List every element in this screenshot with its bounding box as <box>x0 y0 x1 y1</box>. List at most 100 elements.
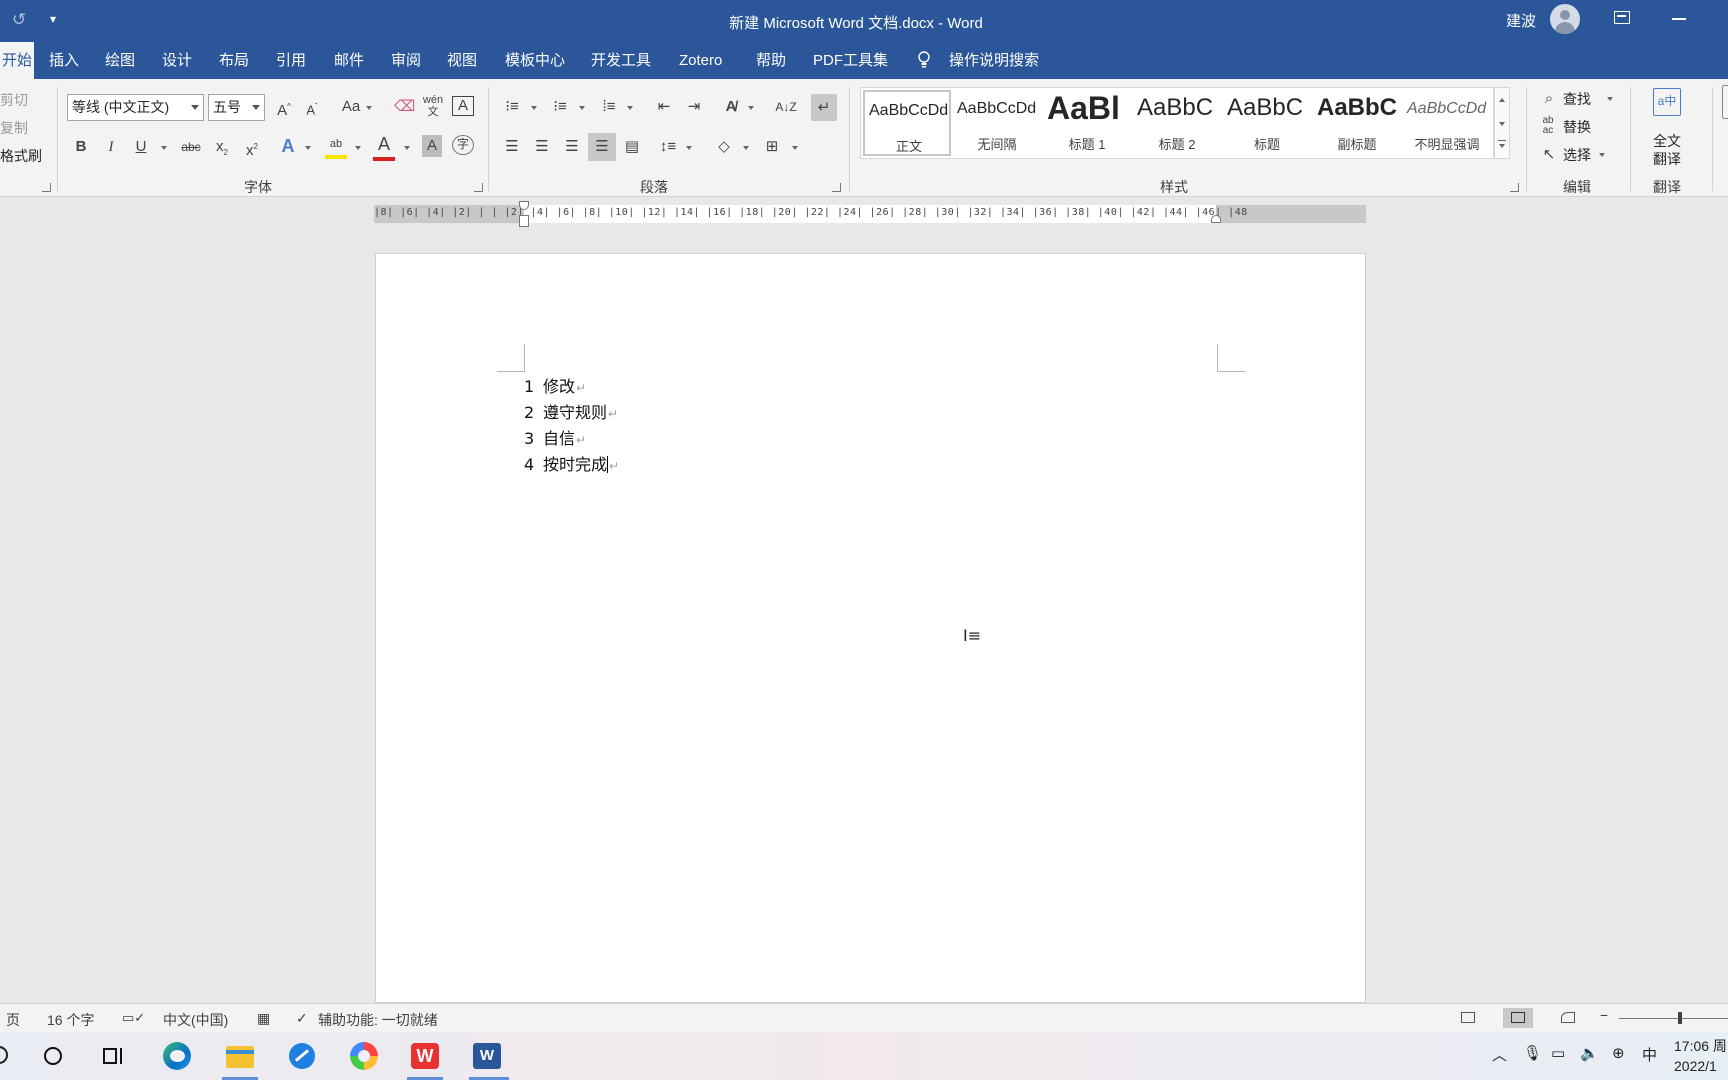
wps-icon[interactable]: W <box>409 1040 441 1072</box>
paragraph-launcher-icon[interactable] <box>832 183 841 192</box>
tab-help[interactable]: 帮助 <box>752 42 790 79</box>
justify-icon[interactable]: ☰ <box>588 133 616 161</box>
show-hidden-icons-icon[interactable]: ︿ <box>1492 1044 1507 1065</box>
style-normal[interactable]: AaBbCcDd 正文 <box>863 90 951 156</box>
subscript-button[interactable]: x2 <box>212 136 232 158</box>
bullets-icon[interactable]: ⁝≡ <box>501 96 523 118</box>
replace-button[interactable]: 替换 <box>1563 117 1591 137</box>
font-size-combo[interactable]: 五号 <box>208 94 265 121</box>
italic-button[interactable]: I <box>102 136 120 158</box>
macro-icon[interactable]: ▦ <box>257 1010 270 1027</box>
phonetic-guide-icon[interactable]: wén 文 <box>422 94 444 118</box>
underline-button[interactable]: U <box>132 136 150 158</box>
proofing-icon[interactable]: ▭✓ <box>122 1010 145 1026</box>
find-button[interactable]: 查找 <box>1563 89 1591 109</box>
align-center-icon[interactable]: ☰ <box>531 136 553 158</box>
word-icon[interactable]: W <box>471 1040 503 1072</box>
minimize-button[interactable] <box>1672 18 1686 20</box>
style-heading-1[interactable]: AaBl 标题 1 <box>1043 90 1131 156</box>
style-subtitle[interactable]: AaBbC 副标题 <box>1313 90 1401 156</box>
style-subtle-emphasis[interactable]: AaBbCcDd 不明显强调 <box>1403 90 1491 156</box>
tab-design[interactable]: 设计 <box>158 42 196 79</box>
shrink-font-icon[interactable]: Aˇ <box>302 96 322 118</box>
list-item[interactable]: 2 遵守规则↵ <box>524 400 619 426</box>
tab-draw[interactable]: 绘图 <box>101 42 139 79</box>
zoom-slider[interactable] <box>1619 1018 1728 1019</box>
horizontal-ruler[interactable]: |8| |6| |4| |2| | | |2| |4| |6| |8| |10|… <box>374 201 1366 227</box>
character-shading-icon[interactable]: A <box>422 135 442 157</box>
select-button[interactable]: 选择 <box>1563 145 1591 165</box>
character-border-icon[interactable]: A <box>452 96 474 116</box>
text-effects-icon[interactable]: A <box>278 135 298 157</box>
align-left-icon[interactable]: ☰ <box>501 136 523 158</box>
font-launcher-icon[interactable] <box>474 183 483 192</box>
tab-template-center[interactable]: 模板中心 <box>501 42 569 79</box>
change-case-icon[interactable]: Aa <box>338 96 364 118</box>
decrease-indent-icon[interactable]: ⇤ <box>653 96 675 118</box>
tab-mailings[interactable]: 邮件 <box>330 42 368 79</box>
font-name-combo[interactable]: 等线 (中文正文) <box>67 94 204 121</box>
borders-icon[interactable]: ⊞ <box>761 136 783 158</box>
format-painter-button[interactable]: 格式刷 <box>0 146 42 166</box>
microphone-icon[interactable]: 🎙 <box>1523 1044 1542 1062</box>
highlight-icon[interactable]: ab <box>325 133 347 159</box>
left-indent-marker[interactable] <box>519 215 529 227</box>
strikethrough-button[interactable]: abc <box>178 136 204 158</box>
increase-indent-icon[interactable]: ⇥ <box>683 96 705 118</box>
full-translate-line1[interactable]: 全文 <box>1653 131 1681 151</box>
tab-references[interactable]: 引用 <box>272 42 310 79</box>
color-app-icon[interactable] <box>348 1040 380 1072</box>
accessibility-icon[interactable]: ✓ <box>296 1010 308 1027</box>
tell-me-search[interactable]: 操作说明搜索 <box>945 42 1043 79</box>
copy-button[interactable]: 复制 <box>0 118 28 138</box>
cortana-icon[interactable] <box>37 1040 69 1072</box>
clipboard-launcher-icon[interactable] <box>42 183 51 192</box>
read-mode-icon[interactable] <box>1453 1008 1483 1028</box>
right-indent-marker[interactable] <box>1211 215 1221 223</box>
zoom-thumb[interactable] <box>1678 1012 1682 1024</box>
tab-zotero[interactable]: Zotero <box>675 42 726 79</box>
system-clock[interactable]: 17:06 周 2022/1 <box>1674 1036 1727 1076</box>
feishu-icon[interactable] <box>286 1040 318 1072</box>
grow-font-icon[interactable]: A^ <box>274 96 294 119</box>
line-spacing-icon[interactable]: ↕≡ <box>657 136 679 158</box>
full-translate-line2[interactable]: 翻译 <box>1653 149 1681 169</box>
task-view-icon[interactable] <box>98 1040 130 1072</box>
network-globe-icon[interactable]: ⊕ <box>1612 1044 1625 1062</box>
style-heading-2[interactable]: AaBbC 标题 2 <box>1133 90 1221 156</box>
accessibility-status[interactable]: 辅助功能: 一切就绪 <box>318 1010 438 1030</box>
list-item[interactable]: 3 自信↵ <box>524 426 619 452</box>
ime-indicator[interactable]: 中 <box>1642 1044 1657 1065</box>
print-layout-icon[interactable] <box>1503 1008 1533 1028</box>
styles-gallery-scroll[interactable] <box>1494 87 1510 159</box>
tab-home[interactable]: 开始 <box>0 42 34 79</box>
more-addin-icon[interactable] <box>1722 85 1728 119</box>
web-layout-icon[interactable] <box>1553 1008 1583 1028</box>
multilevel-list-icon[interactable]: ⁞≡ <box>598 96 620 118</box>
styles-launcher-icon[interactable] <box>1510 183 1519 192</box>
page-indicator[interactable]: 页 <box>6 1010 20 1030</box>
clear-formatting-icon[interactable]: ⌫ <box>394 96 415 118</box>
asian-layout-icon[interactable]: A̸ <box>720 96 742 118</box>
tab-layout[interactable]: 布局 <box>215 42 253 79</box>
superscript-button[interactable]: x2 <box>242 136 262 159</box>
shading-icon[interactable]: ◇ <box>713 136 735 158</box>
cut-button[interactable]: 剪切 <box>0 90 28 110</box>
show-hide-marks-icon[interactable]: ↵ <box>811 94 837 121</box>
distributed-icon[interactable]: ▤ <box>621 136 643 158</box>
tab-view[interactable]: 视图 <box>443 42 481 79</box>
tab-insert[interactable]: 插入 <box>45 42 83 79</box>
file-explorer-icon[interactable] <box>224 1040 256 1072</box>
language-indicator[interactable]: 中文(中国) <box>163 1010 228 1030</box>
font-color-icon[interactable]: A <box>373 133 395 161</box>
style-title[interactable]: AaBbC 标题 <box>1223 90 1311 156</box>
sort-icon[interactable]: A↓Z <box>775 96 797 118</box>
numbered-list[interactable]: 1 修改↵ 2 遵守规则↵ 3 自信↵ 4 按时完成 ↵ <box>524 374 619 478</box>
tab-pdf-tools[interactable]: PDF工具集 <box>809 42 892 79</box>
battery-icon[interactable]: ▭ <box>1551 1044 1565 1062</box>
avatar[interactable] <box>1550 4 1580 34</box>
align-right-icon[interactable]: ☰ <box>561 136 583 158</box>
user-name[interactable]: 建波 <box>1506 10 1536 31</box>
volume-icon[interactable]: 🔈 <box>1580 1044 1599 1062</box>
tab-review[interactable]: 审阅 <box>387 42 425 79</box>
